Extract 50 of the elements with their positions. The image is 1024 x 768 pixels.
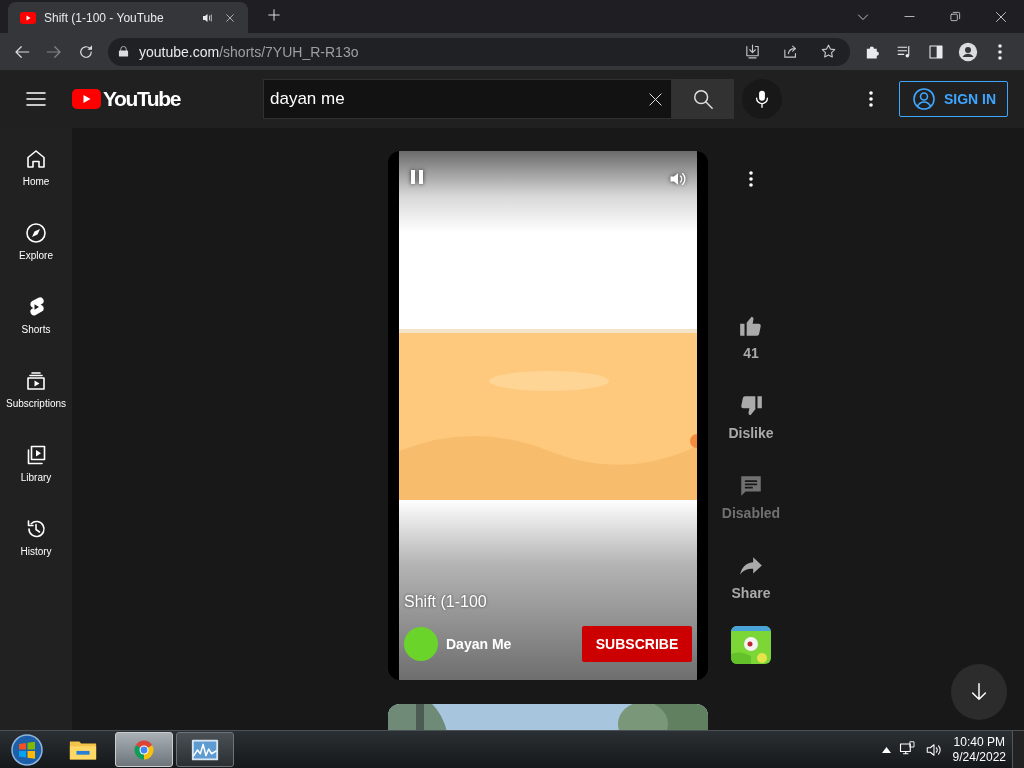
next-video-button[interactable] xyxy=(951,664,1007,720)
lock-icon xyxy=(118,45,129,58)
search-button[interactable] xyxy=(672,79,734,119)
youtube-logo[interactable]: YouTube xyxy=(72,87,180,111)
sidebar-item[interactable]: Home xyxy=(0,131,72,205)
clock-date: 9/24/2022 xyxy=(952,749,1006,765)
user-circle-icon xyxy=(912,87,936,111)
taskbar-button[interactable] xyxy=(176,732,234,767)
close-icon xyxy=(225,12,235,23)
star-icon xyxy=(819,43,837,60)
subscriptions-icon xyxy=(24,369,48,393)
pause-icon xyxy=(410,169,424,185)
sign-in-button[interactable]: SIGN IN xyxy=(899,81,1008,117)
profile-icon xyxy=(958,41,978,62)
share-button[interactable]: Share xyxy=(716,545,786,625)
address-bar[interactable]: youtube.com/shorts/7YUH_R-R13o xyxy=(108,37,850,66)
clock-time: 10:40 PM xyxy=(952,734,1006,750)
microphone-button[interactable] xyxy=(742,79,782,119)
search-icon xyxy=(692,88,714,110)
speaker-icon xyxy=(202,11,214,24)
side-panel-icon xyxy=(928,43,944,60)
channel-name[interactable]: Dayan Me xyxy=(446,636,512,652)
dislike-button[interactable]: Dislike xyxy=(716,385,786,465)
like-button[interactable]: 41 xyxy=(716,305,786,385)
clock[interactable]: 10:40 PM 9/24/2022 xyxy=(952,734,1006,765)
sidebar-item[interactable]: Explore xyxy=(0,205,72,279)
url-text: youtube.com/shorts/7YUH_R-R13o xyxy=(139,43,360,60)
show-hidden-icons-button[interactable] xyxy=(881,746,891,753)
sidebar-item[interactable]: Library xyxy=(0,427,72,501)
browser-tab[interactable]: Shift (1-100 - YouTube xyxy=(8,2,248,33)
windows-orb-icon xyxy=(10,732,44,767)
compass-icon xyxy=(24,221,48,245)
sidebar-item[interactable]: Subscriptions xyxy=(0,353,72,427)
caret-up-icon xyxy=(881,746,891,753)
play-logo-icon xyxy=(72,89,101,109)
subscribe-button[interactable]: SUBSCRIBE xyxy=(582,626,692,662)
kebab-menu-icon xyxy=(998,43,1002,60)
home-icon xyxy=(24,147,48,171)
share-icon xyxy=(781,43,799,60)
plus-icon xyxy=(267,8,281,22)
kebab-menu-icon xyxy=(869,91,873,107)
restore-icon xyxy=(949,11,961,22)
download-icon xyxy=(743,43,761,60)
close-icon xyxy=(995,10,1007,23)
kebab-menu-icon xyxy=(749,171,753,187)
sidebar-item[interactable]: Shorts xyxy=(0,279,72,353)
youtube-logo-icon xyxy=(20,11,36,24)
short-title: Shift (1-100 xyxy=(404,593,487,611)
tab-title: Shift (1-100 - YouTube xyxy=(44,10,165,25)
sidebar-item[interactable]: History xyxy=(0,501,72,575)
